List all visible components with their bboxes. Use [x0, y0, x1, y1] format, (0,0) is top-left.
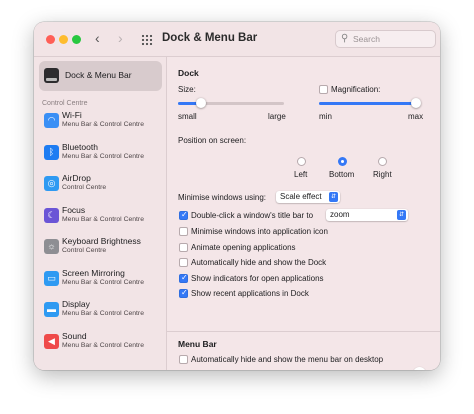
- size-slider-thumb[interactable]: [196, 98, 207, 108]
- window-title: Dock & Menu Bar: [162, 32, 258, 44]
- option-checkbox[interactable]: [179, 288, 188, 298]
- option-label: Animate opening applications: [191, 242, 296, 252]
- option-label: Show recent applications in Dock: [191, 289, 309, 298]
- sidebar-item-screen-mirroring[interactable]: ▭ Screen Mirroring Menu Bar & Control Cent…: [39, 265, 163, 295]
- zoom-window-button[interactable]: [72, 35, 81, 44]
- sidebar-item-bluetooth[interactable]: ᛒ Bluetooth Menu Bar & Control Centre: [39, 139, 163, 169]
- sidebar-item-label: Focus: [62, 204, 86, 215]
- minimise-effect-popup[interactable]: Scale effect ⇵: [276, 191, 340, 203]
- sidebar-item-sublabel: Control Centre: [62, 184, 107, 191]
- minimise-window-button[interactable]: [59, 35, 68, 44]
- sidebar-item-label: Bluetooth: [62, 141, 98, 152]
- option-checkbox[interactable]: [179, 355, 188, 364]
- sound-speaker-icon: ◀: [44, 333, 59, 349]
- preferences-window: ‹ › Dock & Menu Bar ⚲ Dock & Menu Bar Co…: [34, 22, 440, 370]
- double-click-action-value: zoom: [330, 210, 350, 219]
- option-checkbox[interactable]: [179, 227, 188, 236]
- magnification-slider[interactable]: [319, 98, 421, 108]
- sidebar-item-sublabel: Menu Bar & Control Centre: [62, 121, 144, 128]
- double-click-label: Double-click a window's title bar to: [191, 211, 314, 220]
- help-button[interactable]: ?: [413, 367, 426, 370]
- size-min-label: small: [178, 112, 197, 121]
- popup-arrows-icon: ⇵: [397, 210, 406, 220]
- size-label: Size:: [178, 85, 196, 94]
- search-icon: ⚲: [341, 33, 349, 44]
- airdrop-icon: ◎: [44, 176, 59, 191]
- position-bottom-radio[interactable]: [338, 157, 347, 166]
- section-divider: [167, 331, 440, 332]
- position-left-radio[interactable]: [297, 157, 306, 166]
- sidebar-item-sublabel: Menu Bar & Control Centre: [62, 278, 144, 286]
- option-label: Automatically hide and show the Dock: [191, 258, 327, 267]
- position-left-label: Left: [294, 170, 308, 179]
- sidebar-item-sublabel: Menu Bar & Control Centre: [62, 341, 144, 349]
- bluetooth-icon: ᛒ: [44, 144, 59, 160]
- double-click-checkbox[interactable]: [179, 210, 188, 220]
- sidebar-item-label: Display: [62, 299, 90, 309]
- option-checkbox[interactable]: [179, 242, 188, 252]
- focus-moon-icon: ☾: [44, 207, 59, 223]
- sidebar-item-label: Screen Mirroring: [62, 267, 125, 278]
- screen-mirroring-icon: ▭: [44, 270, 59, 286]
- search-field[interactable]: ⚲: [335, 30, 436, 48]
- sidebar-item-label: Wi-Fi: [62, 110, 82, 120]
- magnification-min-label: min: [319, 112, 332, 121]
- sidebar-item-focus[interactable]: ☾ Focus Menu Bar & Control Centre: [39, 202, 163, 232]
- sidebar-item-sublabel: Control Centre: [62, 247, 107, 254]
- sidebar-item-sound[interactable]: ◀ Sound Menu Bar & Control Centre: [39, 328, 163, 358]
- search-input[interactable]: [353, 33, 431, 45]
- magnification-label: Magnification:: [331, 85, 381, 94]
- show-all-grid-icon[interactable]: [141, 34, 153, 46]
- position-right-radio[interactable]: [378, 157, 387, 166]
- sidebar-item-keyboard-brightness[interactable]: ☼ Keyboard Brightness Control Centre: [39, 233, 163, 263]
- sidebar-item-label: Dock & Menu Bar: [65, 70, 132, 80]
- popup-arrows-icon: ⇵: [329, 192, 338, 202]
- sidebar-item-display[interactable]: ▬ Display Menu Bar & Control Centre: [39, 296, 163, 326]
- sidebar-item-sublabel: Menu Bar & Control Centre: [62, 310, 144, 317]
- sidebar-item-wi-fi[interactable]: ◠ Wi-Fi Menu Bar & Control Centre: [39, 107, 163, 137]
- dock-settings-pane: Dock Size: small large Magnification: mi…: [167, 57, 440, 370]
- magnification-slider-fill: [319, 102, 416, 105]
- titlebar: ‹ › Dock & Menu Bar ⚲: [34, 22, 440, 57]
- magnification-checkbox[interactable]: [319, 85, 328, 94]
- size-max-label: large: [268, 112, 286, 121]
- sidebar-item-sublabel: Menu Bar & Control Centre: [62, 215, 144, 223]
- display-icon: ▬: [44, 302, 59, 317]
- sidebar: Dock & Menu Bar Control Centre ◠ Wi-Fi Men…: [34, 57, 167, 370]
- size-slider[interactable]: [178, 98, 284, 108]
- option-label: Automatically hide and show the menu bar…: [191, 355, 384, 364]
- position-bottom-label: Bottom: [329, 170, 355, 179]
- keyboard-brightness-icon: ☼: [44, 239, 59, 254]
- magnification-max-label: max: [408, 112, 424, 121]
- sidebar-item-airdrop[interactable]: ◎ AirDrop Control Centre: [39, 170, 163, 200]
- sidebar-item-label: Keyboard Brightness: [62, 236, 141, 246]
- double-click-action-popup[interactable]: zoom ⇵: [326, 209, 408, 221]
- dock-icon: [44, 68, 59, 83]
- option-label: Show indicators for open applications: [191, 273, 324, 283]
- back-arrow-icon[interactable]: ‹: [95, 31, 100, 45]
- minimise-effect-value: Scale effect: [280, 192, 322, 201]
- sidebar-item-dock-menu-bar[interactable]: Dock & Menu Bar: [39, 61, 162, 91]
- menu-bar-section-header: Menu Bar: [178, 339, 217, 349]
- sidebar-item-label: Sound: [62, 330, 87, 341]
- forward-arrow-icon[interactable]: ›: [118, 31, 123, 45]
- option-label: Minimise windows into application icon: [191, 227, 328, 236]
- magnification-slider-thumb[interactable]: [411, 98, 421, 108]
- close-window-button[interactable]: [46, 35, 55, 44]
- position-right-label: Right: [373, 170, 392, 179]
- position-label: Position on screen:: [178, 136, 247, 145]
- wifi-icon: ◠: [44, 113, 59, 128]
- minimise-label: Minimise windows using:: [178, 193, 267, 202]
- sidebar-item-sublabel: Menu Bar & Control Centre: [62, 152, 144, 160]
- sidebar-item-label: AirDrop: [62, 173, 91, 183]
- option-checkbox[interactable]: [179, 273, 188, 283]
- dock-section-header: Dock: [178, 68, 199, 78]
- option-checkbox[interactable]: [179, 258, 188, 267]
- sidebar-section-label: Control Centre: [42, 100, 88, 107]
